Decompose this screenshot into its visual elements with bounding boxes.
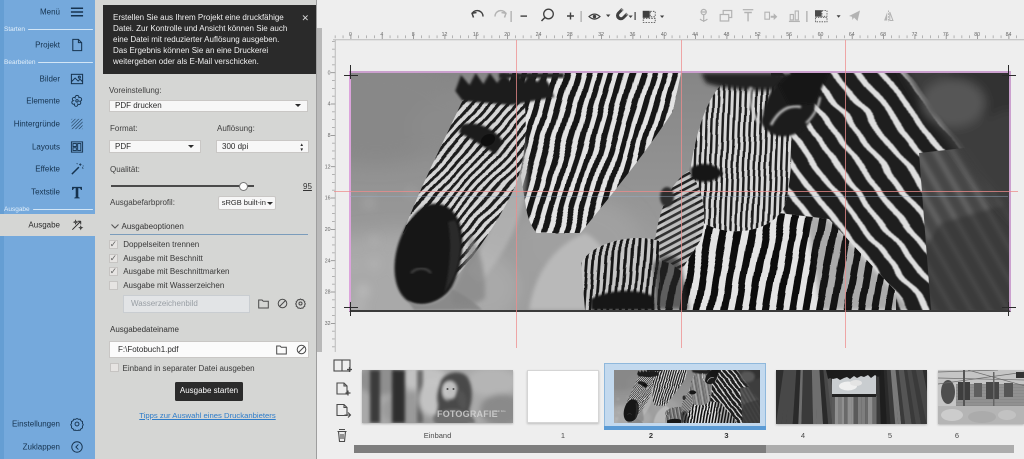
- svg-text:12: 12: [325, 164, 331, 170]
- svg-text:32: 32: [325, 321, 331, 327]
- svg-text:4: 4: [328, 102, 331, 108]
- svg-text:mein foto: mein foto: [494, 409, 506, 413]
- svg-text:FOTOGRAFIE: FOTOGRAFIE: [437, 409, 498, 419]
- svg-text:20: 20: [325, 227, 331, 233]
- svg-text:0: 0: [328, 70, 331, 76]
- svg-text:8: 8: [328, 133, 331, 139]
- svg-text:28: 28: [325, 290, 331, 296]
- svg-text:24: 24: [325, 258, 331, 264]
- svg-text:16: 16: [325, 196, 331, 202]
